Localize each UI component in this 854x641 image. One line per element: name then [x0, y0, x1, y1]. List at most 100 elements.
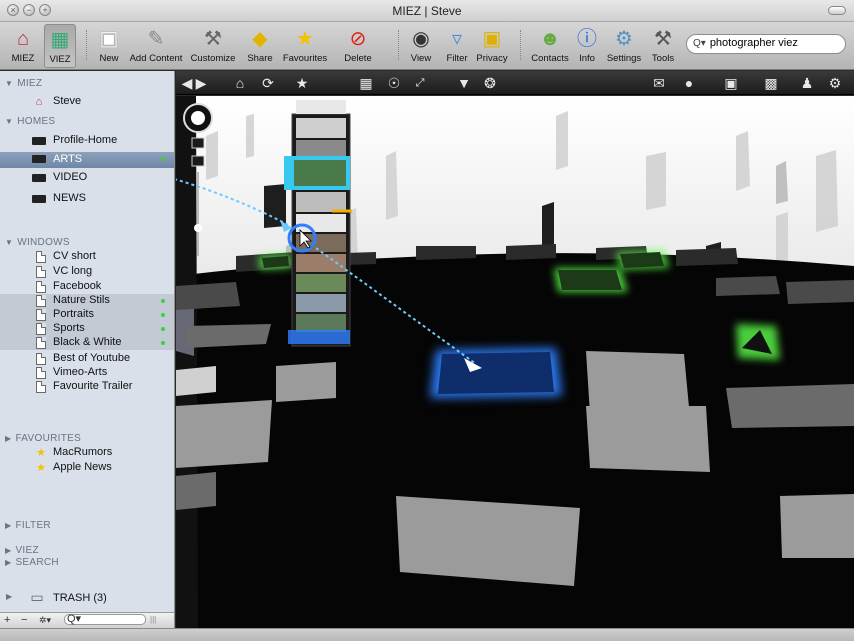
sidebar-item-facebook[interactable]: Facebook	[0, 280, 174, 294]
camera-icon[interactable]: ▣	[722, 74, 740, 92]
filter-funnel-icon: ▿	[451, 28, 463, 50]
add-button[interactable]: +	[4, 614, 10, 626]
sidebar-item-label: Sports	[53, 322, 85, 334]
sidebar-item-label: MacRumors	[53, 446, 113, 458]
privacy-button[interactable]: ▣ Privacy	[474, 24, 510, 68]
star-icon: ★	[296, 28, 314, 50]
status-bar	[0, 628, 854, 641]
tv-icon	[32, 193, 46, 205]
section-label: SEARCH	[15, 557, 59, 568]
info-button[interactable]: ⓘ Info	[574, 24, 600, 68]
page-icon	[34, 353, 48, 365]
sidebar-item-news[interactable]: NEWS	[0, 192, 174, 206]
view-label: View	[410, 53, 432, 64]
chat-bubble-icon[interactable]: ●	[680, 74, 698, 92]
customize-button[interactable]: ⚒ Customize	[188, 24, 238, 68]
status-dot	[161, 341, 165, 345]
filter-label: Filter	[446, 53, 468, 64]
sidebar-item-steve[interactable]: ⌂ Steve	[0, 95, 174, 109]
gear-menu-button[interactable]: ✲▾	[39, 615, 51, 626]
sidebar-item-label: CV short	[53, 250, 96, 262]
search-input[interactable]: Q▾ photographer viez	[686, 34, 846, 54]
tools-icon: ⚒	[654, 28, 672, 50]
lock-icon: ▣	[482, 28, 502, 50]
sidebar-item-apple-news[interactable]: ★ Apple News	[0, 461, 174, 475]
viez-3d-viewport[interactable]	[176, 96, 854, 628]
globe-icon[interactable]: ☉	[386, 74, 402, 92]
binoculars-icon: ◉	[412, 28, 430, 50]
sidebar-item-favourite-trailer[interactable]: Favourite Trailer	[0, 380, 174, 394]
star-icon[interactable]: ★	[294, 74, 310, 92]
search-value: photographer viez	[709, 37, 798, 49]
add-content-button[interactable]: ✎ Add Content	[128, 24, 184, 68]
gear-icon: ⚙	[615, 28, 633, 50]
tools-customize-icon: ⚒	[204, 28, 222, 50]
back-arrow-icon[interactable]: ◀	[180, 74, 194, 92]
new-button[interactable]: ▣ New	[94, 24, 124, 68]
home-icon[interactable]: ⌂	[232, 74, 248, 92]
briefcase-icon[interactable]: ▩	[762, 74, 780, 92]
new-label: New	[99, 53, 119, 64]
sidebar-item-black-white[interactable]: Black & White	[0, 336, 174, 350]
grid-view-icon[interactable]: ▦	[358, 74, 374, 92]
resize-handle[interactable]: |||	[150, 615, 156, 624]
page-icon	[34, 266, 48, 278]
page-icon	[34, 381, 48, 393]
view-button[interactable]: ◉ View	[406, 24, 436, 68]
sidebar-item-cv-short[interactable]: CV short	[0, 250, 174, 264]
sidebar-item-vimeo-arts[interactable]: Vimeo-Arts	[0, 366, 174, 380]
mail-icon[interactable]: ✉	[650, 74, 668, 92]
tools-label: Tools	[651, 53, 675, 64]
sidebar-item-sports[interactable]: Sports	[0, 322, 174, 336]
section-filter[interactable]: ▶ FILTER	[5, 520, 51, 531]
share-button[interactable]: ◆ Share	[244, 24, 276, 68]
contacts-button[interactable]: ☻ Contacts	[528, 24, 572, 68]
sidebar-item-label: Profile-Home	[53, 134, 118, 146]
miez-button[interactable]: ⌂ MIEZ	[6, 24, 40, 68]
forward-arrow-icon[interactable]: ▶	[194, 74, 208, 92]
sidebar-item-label: Steve	[53, 95, 82, 107]
filter-button[interactable]: ▿ Filter	[442, 24, 472, 68]
sidebar-item-trash[interactable]: ▶ ▭ TRASH (3)	[0, 589, 174, 607]
section-miez[interactable]: ▼ MIEZ	[5, 78, 42, 89]
sidebar-item-video[interactable]: VIDEO	[0, 171, 174, 185]
sidebar-footer: + − ✲▾ Q▾ |||	[0, 612, 175, 628]
sidebar-item-macrumors[interactable]: ★ MacRumors	[0, 446, 174, 460]
sidebar-item-best-of-youtube[interactable]: Best of Youtube	[0, 352, 174, 366]
home-icon: ⌂	[16, 28, 30, 50]
download-icon[interactable]: ▼	[456, 74, 472, 92]
viez-icon: ▦	[50, 29, 70, 51]
section-homes[interactable]: ▼ HOMES	[5, 116, 55, 127]
tv-icon	[32, 135, 46, 147]
share-sign-icon: ◆	[252, 28, 268, 50]
sidebar-item-label: Black & White	[53, 336, 122, 348]
section-search[interactable]: ▶ SEARCH	[5, 557, 59, 568]
section-favourites[interactable]: ▶ FAVOURITES	[5, 433, 81, 444]
section-windows[interactable]: ▼ WINDOWS	[5, 237, 70, 248]
window-title: MIEZ | Steve	[392, 4, 462, 18]
settings-button[interactable]: ⚙ Settings	[604, 24, 644, 68]
compass-icon[interactable]: ❂	[482, 74, 498, 92]
status-dot	[161, 327, 165, 331]
gear-icon[interactable]: ⚙	[826, 74, 844, 92]
delete-button[interactable]: ⊘ Delete	[340, 24, 376, 68]
sidebar-item-label: Facebook	[53, 280, 102, 292]
tools-button[interactable]: ⚒ Tools	[648, 24, 678, 68]
refresh-icon[interactable]: ⟳	[260, 74, 276, 92]
sidebar-item-portraits[interactable]: Portraits	[0, 308, 174, 322]
page-icon	[34, 367, 48, 379]
favourites-button[interactable]: ★ Favourites	[280, 24, 330, 68]
section-viez[interactable]: ▶ VIEZ	[5, 545, 39, 556]
toolbar-toggle-button[interactable]	[828, 6, 846, 15]
sidebar-item-label: Portraits	[53, 308, 94, 320]
remove-button[interactable]: −	[21, 614, 27, 626]
sidebar-item-nature-stils[interactable]: Nature Stils	[0, 294, 174, 308]
viez-button[interactable]: ▦ VIEZ	[44, 24, 76, 68]
sidebar-search-input[interactable]: Q▾	[64, 614, 146, 625]
sidebar-item-arts[interactable]: ARTS	[0, 152, 174, 168]
sidebar-item-profile-home[interactable]: Profile-Home	[0, 134, 174, 148]
user-icon[interactable]: ♟	[798, 74, 816, 92]
fullscreen-icon[interactable]: ⤢	[412, 74, 428, 92]
sidebar-item-vc-long[interactable]: VC long	[0, 265, 174, 279]
favourites-label: Favourites	[282, 53, 328, 64]
